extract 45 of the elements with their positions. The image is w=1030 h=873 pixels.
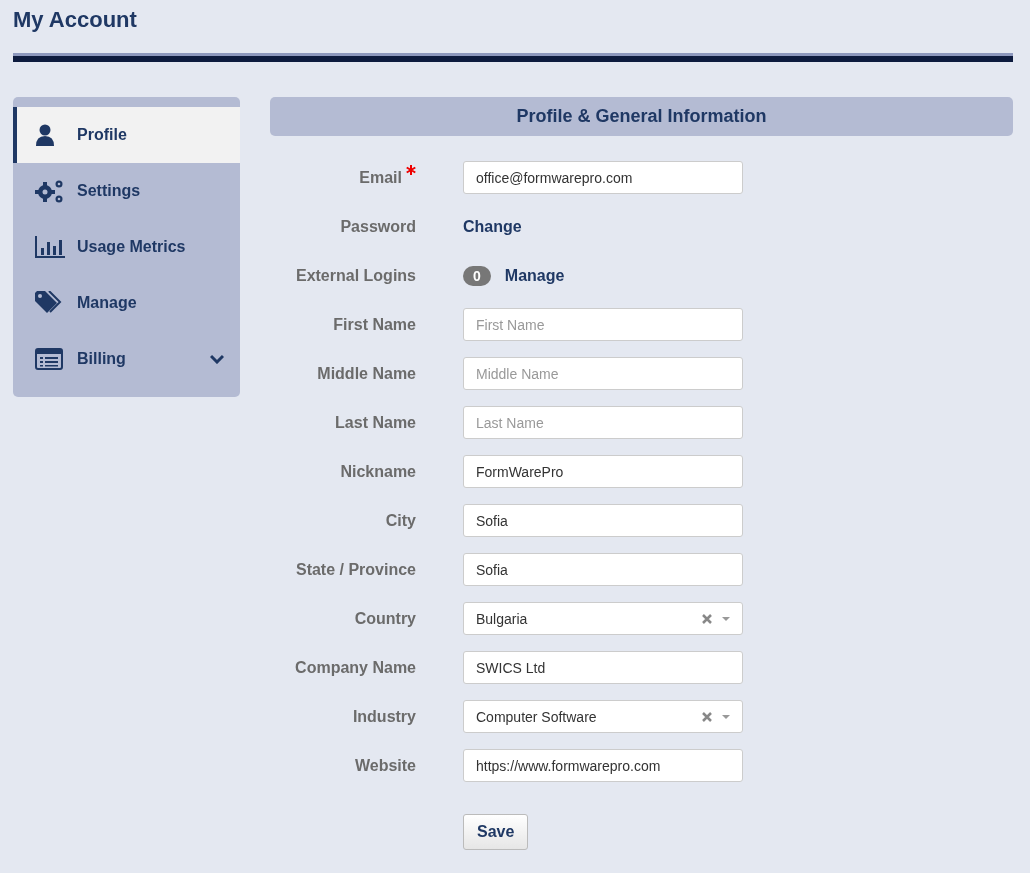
field-label: State / Province: [295, 560, 416, 579]
caret-down-icon: [722, 616, 730, 621]
field-label: Middle Name: [317, 364, 416, 383]
list-icon: [35, 348, 63, 370]
text-field[interactable]: First Name: [463, 308, 743, 341]
text-field[interactable]: https://www.formwarepro.com: [463, 749, 743, 782]
gears-icon: [35, 178, 65, 204]
chevron-down-icon[interactable]: [210, 354, 224, 364]
save-button[interactable]: Save: [463, 814, 529, 850]
sidebar-item[interactable]: Manage: [13, 275, 240, 331]
sidebar-item[interactable]: Billing: [13, 331, 240, 387]
count-badge: 0: [463, 265, 491, 286]
text-field[interactable]: Last Name: [463, 406, 743, 439]
field-label: Industry: [352, 707, 416, 726]
field-label: Company Name: [295, 658, 416, 677]
field-label: City: [385, 511, 416, 530]
change-link[interactable]: Change: [463, 217, 522, 235]
select-field[interactable]: Computer Software: [463, 700, 743, 733]
text-field[interactable]: Middle Name: [463, 357, 743, 390]
field-label: Password: [340, 217, 416, 236]
bar-chart-icon: [35, 236, 65, 258]
field-label: External Logins: [295, 266, 416, 285]
caret-down-icon: [722, 714, 730, 719]
clear-icon[interactable]: [702, 613, 712, 624]
field-label: First Name: [333, 315, 416, 334]
field-label: Nickname: [340, 462, 416, 481]
field-label: Country: [354, 609, 416, 628]
sidebar-item[interactable]: Profile: [13, 107, 240, 163]
user-icon: [35, 124, 55, 146]
text-field[interactable]: Sofia: [463, 504, 743, 537]
tags-icon: [35, 291, 63, 315]
text-field[interactable]: SWICS Ltd: [463, 651, 743, 684]
text-field[interactable]: FormWarePro: [463, 455, 743, 488]
field-label: Email: [359, 168, 402, 187]
clear-icon[interactable]: [702, 711, 712, 722]
page-title: My Account: [13, 7, 137, 33]
sidebar-item[interactable]: Settings: [13, 163, 240, 219]
panel-header: Profile & General Information: [270, 97, 1013, 136]
sidebar-item[interactable]: Usage Metrics: [13, 219, 240, 275]
field-label: Website: [354, 756, 416, 775]
text-field[interactable]: office@formwarepro.com: [463, 161, 743, 194]
field-label: Last Name: [335, 413, 416, 432]
manage-link[interactable]: Manage: [504, 266, 565, 285]
text-field[interactable]: Sofia: [463, 553, 743, 586]
select-field[interactable]: Bulgaria: [463, 602, 743, 635]
